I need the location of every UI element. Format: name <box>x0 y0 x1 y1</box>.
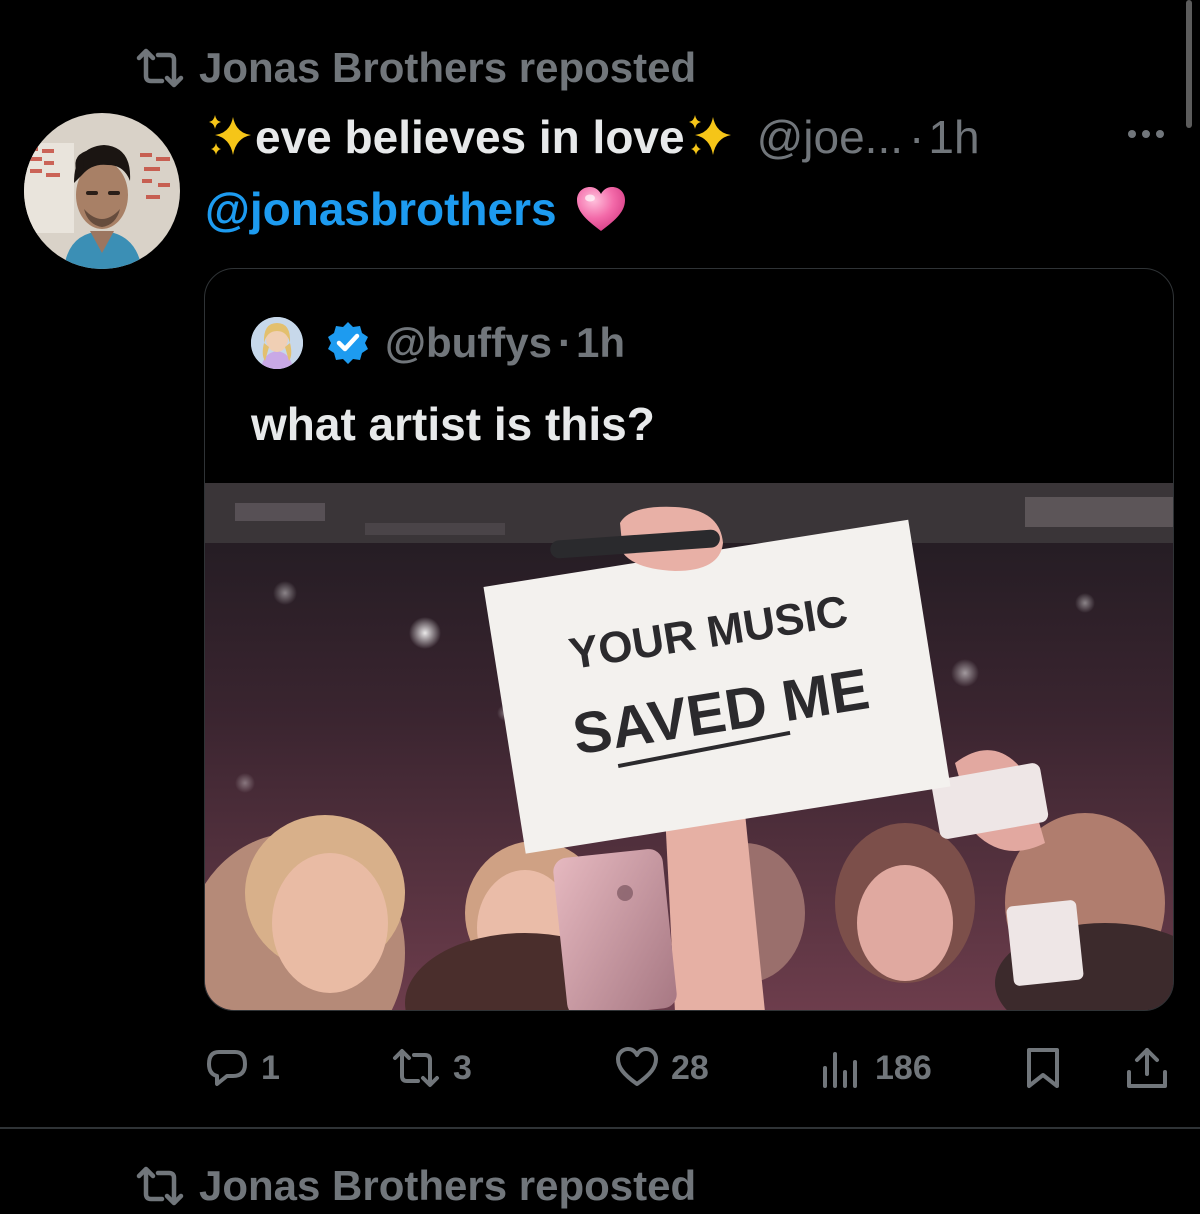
post-divider <box>0 1127 1200 1129</box>
author-avatar[interactable] <box>24 113 180 269</box>
author-handle[interactable]: @joe... <box>757 110 903 164</box>
verified-badge-icon <box>328 322 368 364</box>
quoted-author-handle[interactable]: @buffys <box>385 319 552 367</box>
quoted-post-text: what artist is this? <box>251 398 655 450</box>
like-count: 28 <box>671 1048 709 1087</box>
share-button[interactable] <box>1125 1040 1169 1096</box>
sparkles-icon <box>688 115 731 155</box>
repost-count: 3 <box>453 1048 472 1087</box>
mention-link[interactable]: @jonasbrothers <box>205 182 557 236</box>
quoted-author-avatar[interactable] <box>251 317 303 369</box>
display-name[interactable]: eve believes in love <box>205 110 735 164</box>
bookmark-icon <box>1027 1048 1059 1088</box>
sparkles-icon <box>209 115 251 155</box>
quoted-post-time[interactable]: 1h <box>576 319 625 367</box>
meta-separator: · <box>909 111 925 163</box>
pink-heart-icon <box>576 187 625 231</box>
more-options-icon[interactable] <box>1128 120 1172 148</box>
like-button[interactable]: 28 <box>615 1040 709 1096</box>
display-name-text: eve believes in love <box>255 111 685 163</box>
reply-button[interactable]: 1 <box>205 1040 280 1096</box>
repost-banner[interactable]: Jonas Brothers reposted <box>135 40 696 96</box>
quoted-post[interactable]: @buffys · 1h what artist is this? YOUR M… <box>204 268 1174 1011</box>
scrollbar[interactable] <box>1186 0 1192 128</box>
quoted-post-header: @buffys · 1h <box>251 317 625 369</box>
views-icon <box>823 1052 857 1088</box>
repost-icon <box>136 48 184 88</box>
repost-icon <box>393 1049 439 1087</box>
quoted-post-image[interactable]: YOUR MUSIC SAVED ME <box>205 483 1173 1010</box>
share-icon <box>1127 1048 1167 1088</box>
post-header: eve believes in love @joe... · 1h <box>205 106 980 168</box>
views-button[interactable]: 186 <box>819 1040 932 1096</box>
quoted-meta-separator: · <box>557 319 572 366</box>
repost-button[interactable]: 3 <box>391 1040 472 1096</box>
views-count: 186 <box>875 1048 932 1087</box>
bookmark-button[interactable] <box>1021 1040 1065 1096</box>
post-time[interactable]: 1h <box>928 110 979 164</box>
next-post-repost-text: Jonas Brothers reposted <box>199 1162 697 1209</box>
action-bar: 1 3 28 186 <box>205 1040 1175 1100</box>
post-body: @jonasbrothers <box>205 178 627 240</box>
heart-icon <box>616 1047 658 1086</box>
repost-banner-text: Jonas Brothers reposted <box>199 44 697 91</box>
reply-count: 1 <box>261 1048 280 1087</box>
repost-icon <box>136 1166 184 1206</box>
reply-icon <box>207 1050 247 1086</box>
next-post-repost-banner[interactable]: Jonas Brothers reposted <box>135 1158 696 1214</box>
